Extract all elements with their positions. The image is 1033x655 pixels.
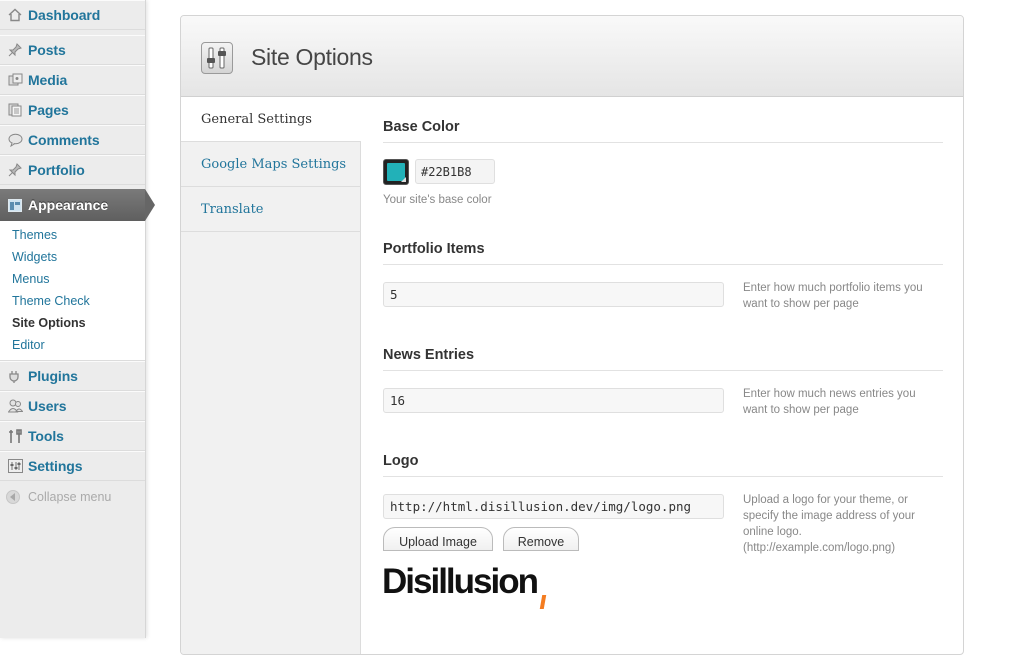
menu-settings[interactable]: Settings (0, 451, 145, 481)
logo-heading: Logo (383, 453, 419, 469)
tab-translate[interactable]: Translate (181, 187, 361, 232)
section-divider (383, 264, 943, 265)
news-entries-hint: Enter how much news entries you want to … (743, 388, 916, 416)
menu-pages[interactable]: Pages (0, 95, 145, 125)
sliders-icon (201, 42, 233, 74)
menu-plugins[interactable]: Plugins (0, 361, 145, 391)
pin-icon (7, 162, 23, 178)
news-entries-heading: News Entries (383, 347, 475, 363)
comment-icon (7, 132, 23, 148)
menu-label: Posts (28, 42, 66, 58)
submenu-theme-check[interactable]: Theme Check (12, 294, 90, 308)
pages-icon (7, 102, 23, 118)
remove-button[interactable]: Remove (503, 527, 579, 551)
menu-label: Plugins (28, 368, 78, 384)
menu-appearance[interactable]: Appearance (0, 189, 155, 221)
upload-image-button[interactable]: Upload Image (383, 527, 493, 551)
portfolio-items-input[interactable]: 5 (383, 282, 724, 307)
settings-tabs: General Settings Google Maps Settings Tr… (181, 97, 361, 654)
tab-google-maps-settings[interactable]: Google Maps Settings (181, 142, 361, 187)
submenu-themes[interactable]: Themes (12, 228, 57, 242)
menu-label: Media (28, 72, 68, 88)
menu-comments[interactable]: Comments (0, 125, 145, 155)
logo-hint: Upload a logo for your theme, or specify… (743, 494, 915, 554)
menu-posts[interactable]: Posts (0, 35, 145, 65)
menu-users[interactable]: Users (0, 391, 145, 421)
dashboard-icon (7, 7, 23, 23)
logo-accent-mark (539, 595, 547, 609)
panel-header: Site Options (181, 16, 963, 97)
menu-label: Comments (28, 132, 100, 148)
menu-label: Appearance (28, 197, 109, 213)
submenu-site-options[interactable]: Site Options (12, 316, 86, 330)
appearance-submenu: Themes Widgets Menus Theme Check Site Op… (0, 221, 145, 361)
collapse-arrow-icon (6, 490, 20, 504)
logo-preview-text: Disillusion (382, 562, 539, 601)
logo-url-input[interactable]: http://html.disillusion.dev/img/logo.png (383, 494, 724, 519)
section-divider (383, 370, 943, 371)
news-entries-input[interactable]: 16 (383, 388, 724, 413)
color-picker-swatch[interactable] (383, 159, 409, 185)
base-color-heading: Base Color (383, 119, 460, 135)
media-icon (7, 72, 23, 88)
menu-dashboard[interactable]: Dashboard (0, 0, 145, 30)
site-options-panel: Site Options General Settings Google Map… (180, 15, 964, 655)
menu-tools[interactable]: Tools (0, 421, 145, 451)
collapse-menu-button[interactable]: Collapse menu (6, 490, 111, 504)
menu-label: Portfolio (28, 162, 85, 178)
tab-general-settings[interactable]: General Settings (181, 97, 361, 142)
menu-portfolio[interactable]: Portfolio (0, 155, 145, 185)
collapse-menu-label: Collapse menu (28, 490, 112, 504)
base-color-description: Your site's base color (383, 194, 492, 206)
menu-media[interactable]: Media (0, 65, 145, 95)
settings-icon (7, 458, 23, 474)
menu-label: Tools (28, 428, 64, 444)
tools-icon (7, 428, 23, 444)
portfolio-items-hint: Enter how much portfolio items you want … (743, 282, 923, 310)
menu-label: Dashboard (28, 7, 101, 23)
users-icon (7, 398, 23, 414)
section-divider (383, 142, 943, 143)
submenu-menus[interactable]: Menus (12, 272, 50, 286)
admin-sidebar: Dashboard Posts Media Pages Comments Por… (0, 0, 155, 638)
menu-label: Pages (28, 102, 69, 118)
plug-icon (7, 368, 23, 384)
base-color-input[interactable]: #22B1B8 (415, 159, 495, 184)
submenu-widgets[interactable]: Widgets (12, 250, 57, 264)
portfolio-items-heading: Portfolio Items (383, 241, 485, 257)
menu-label: Users (28, 398, 67, 414)
logo-preview: Disillusion (382, 562, 547, 609)
submenu-editor[interactable]: Editor (12, 338, 45, 352)
page-title: Site Options (251, 44, 373, 70)
section-divider (383, 476, 943, 477)
menu-label: Settings (28, 458, 83, 474)
pin-icon (7, 42, 23, 58)
appearance-icon (7, 197, 23, 213)
